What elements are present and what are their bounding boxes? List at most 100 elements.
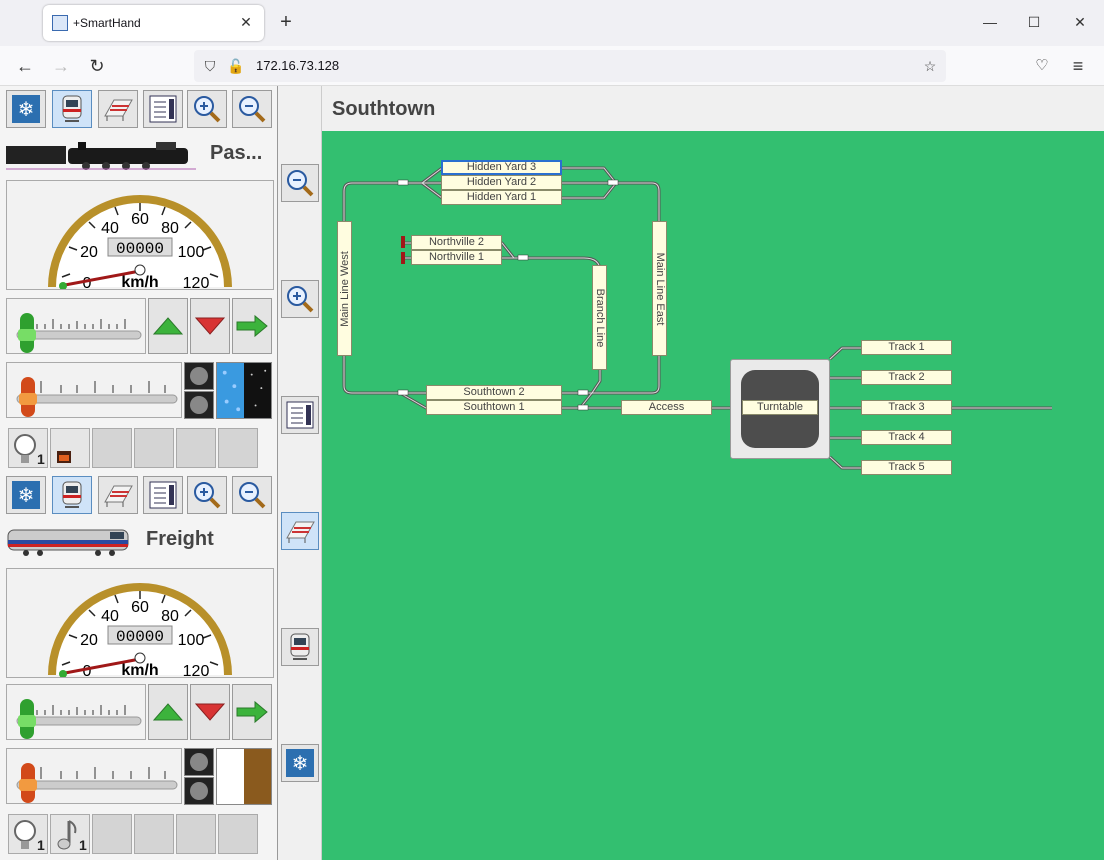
train-icon[interactable] (52, 476, 92, 514)
throttle-column: ❄ Pas... 0 20 40 60 80 100 120 00000 km/… (0, 86, 278, 860)
block-track-2[interactable]: Track 2 (861, 370, 952, 385)
reverse-direction-button[interactable] (190, 298, 230, 354)
gauge-tick-80: 80 (161, 608, 179, 625)
block-hidden-yard-1[interactable]: Hidden Yard 1 (441, 190, 562, 205)
zoom-out-icon[interactable] (232, 476, 272, 514)
sound-function-badge: 1 (79, 837, 87, 853)
block-track-3[interactable]: Track 3 (861, 400, 952, 415)
light-function-button[interactable]: 1 (8, 814, 48, 854)
close-tab-icon[interactable]: ✕ (238, 14, 254, 30)
train-icon[interactable] (52, 90, 92, 128)
list-view-icon[interactable] (143, 90, 183, 128)
speed-slider[interactable] (6, 684, 146, 740)
signal-lamp-upper[interactable] (184, 748, 214, 776)
reload-icon[interactable]: ↻ (85, 54, 109, 78)
bookmark-star-icon[interactable]: ☆ (920, 56, 940, 76)
stop-all-icon[interactable]: ❄ (6, 90, 46, 128)
speedometer: 0 20 40 60 80 100 120 00000 km/h (6, 180, 274, 290)
gauge-tick-80: 80 (161, 220, 179, 237)
stop-all-icon[interactable]: ❄ (6, 476, 46, 514)
signal-lamp-lower[interactable] (184, 777, 214, 805)
panel-track-icon[interactable] (98, 90, 138, 128)
panel-track-icon[interactable] (281, 512, 319, 550)
block-main-line-west[interactable]: Main Line West (337, 221, 352, 356)
url-text[interactable]: 172.16.73.128 (256, 58, 339, 73)
address-bar[interactable]: ⛉ 🔓 172.16.73.128 ☆ (194, 50, 946, 82)
signal-lamp-lower[interactable] (184, 391, 214, 419)
zoom-in-icon[interactable] (187, 476, 227, 514)
function-slot-6[interactable] (218, 428, 258, 468)
block-access[interactable]: Access (621, 400, 712, 415)
shield-icon[interactable]: ⛉ (200, 56, 220, 76)
function-slot-4[interactable] (134, 428, 174, 468)
panel-toolbar: ❄ (279, 86, 322, 860)
gauge-tick-20: 20 (80, 244, 98, 261)
panel-track-icon[interactable] (98, 476, 138, 514)
insecure-lock-icon[interactable]: 🔓 (226, 56, 246, 76)
block-track-5[interactable]: Track 5 (861, 460, 952, 475)
block-northville-1[interactable]: Northville 1 (411, 250, 502, 265)
brake-slider[interactable] (6, 362, 182, 418)
odometer-counter: 00000 (116, 628, 164, 646)
function-slot-3[interactable] (92, 814, 132, 854)
block-southtown-1[interactable]: Southtown 1 (426, 400, 562, 415)
panel-stop-all-icon[interactable]: ❄ (281, 744, 319, 782)
reverse-direction-button[interactable] (190, 684, 230, 740)
function-slot-5[interactable] (176, 814, 216, 854)
gauge-tick-20: 20 (80, 632, 98, 649)
function-slot-6[interactable] (218, 814, 258, 854)
block-track-1[interactable]: Track 1 (861, 340, 952, 355)
block-turntable[interactable]: Turntable (742, 400, 818, 415)
forward-direction-button[interactable] (148, 684, 188, 740)
forward-direction-button[interactable] (148, 298, 188, 354)
block-hidden-yard-2[interactable]: Hidden Yard 2 (441, 175, 562, 190)
smarthand-favicon-icon (52, 15, 68, 31)
browser-tab[interactable]: +SmartHand ✕ (43, 5, 264, 41)
panel-zoom-in-icon[interactable] (281, 280, 319, 318)
new-tab-icon[interactable]: + (276, 12, 296, 32)
gauge-tick-100: 100 (178, 244, 205, 261)
maximize-icon[interactable]: ☐ (1024, 12, 1044, 32)
function-slot-3[interactable] (92, 428, 132, 468)
speed-slider[interactable] (6, 298, 146, 354)
pocket-icon[interactable]: ♡ (1030, 54, 1054, 78)
sound-function-button[interactable]: 1 (50, 814, 90, 854)
shunting-arrow-button[interactable] (232, 684, 272, 740)
svg-text:❄: ❄ (292, 751, 309, 775)
block-northville-2[interactable]: Northville 2 (411, 235, 502, 250)
branch-line-label: Branch Line (593, 288, 606, 347)
track-layout-canvas: Hidden Yard 3 Hidden Yard 2 Hidden Yard … (322, 131, 1104, 860)
gauge-tick-40: 40 (101, 220, 119, 237)
close-window-icon[interactable]: ✕ (1070, 12, 1090, 32)
speed-unit: km/h (121, 274, 158, 290)
tab-title: +SmartHand (73, 16, 141, 30)
steam-locomotive-image (6, 142, 196, 170)
back-icon[interactable]: ← (13, 54, 37, 78)
menu-icon[interactable]: ≡ (1066, 54, 1090, 78)
gauge-tick-40: 40 (101, 608, 119, 625)
panel-zoom-out-icon[interactable] (281, 164, 319, 202)
block-southtown-2[interactable]: Southtown 2 (426, 385, 562, 400)
brake-slider[interactable] (6, 748, 182, 804)
block-branch-line[interactable]: Branch Line (592, 265, 607, 370)
panel-list-view-icon[interactable] (281, 396, 319, 434)
block-main-line-east[interactable]: Main Line East (652, 221, 667, 356)
gauge-tick-120: 120 (183, 275, 210, 290)
function-slot-4[interactable] (134, 814, 174, 854)
shunting-arrow-button[interactable] (232, 298, 272, 354)
zoom-out-icon[interactable] (232, 90, 272, 128)
list-view-icon[interactable] (143, 476, 183, 514)
forward-icon[interactable]: → (49, 54, 73, 78)
main-line-east-label: Main Line East (653, 252, 666, 325)
light-function-button[interactable]: 1 (8, 428, 48, 468)
firebox-function-button[interactable] (50, 428, 90, 468)
nav-bar: ← → ↻ ⛉ 🔓 172.16.73.128 ☆ ♡ ≡ (0, 46, 1104, 86)
panel-train-icon[interactable] (281, 628, 319, 666)
block-track-4[interactable]: Track 4 (861, 430, 952, 445)
minimize-icon[interactable]: — (980, 12, 1000, 32)
block-hidden-yard-3[interactable]: Hidden Yard 3 (441, 160, 562, 175)
track-panel: Southtown Hidden Yard 3 Hidden Yard 2 Hi… (322, 86, 1104, 860)
zoom-in-icon[interactable] (187, 90, 227, 128)
function-slot-5[interactable] (176, 428, 216, 468)
signal-lamp-upper[interactable] (184, 362, 214, 390)
